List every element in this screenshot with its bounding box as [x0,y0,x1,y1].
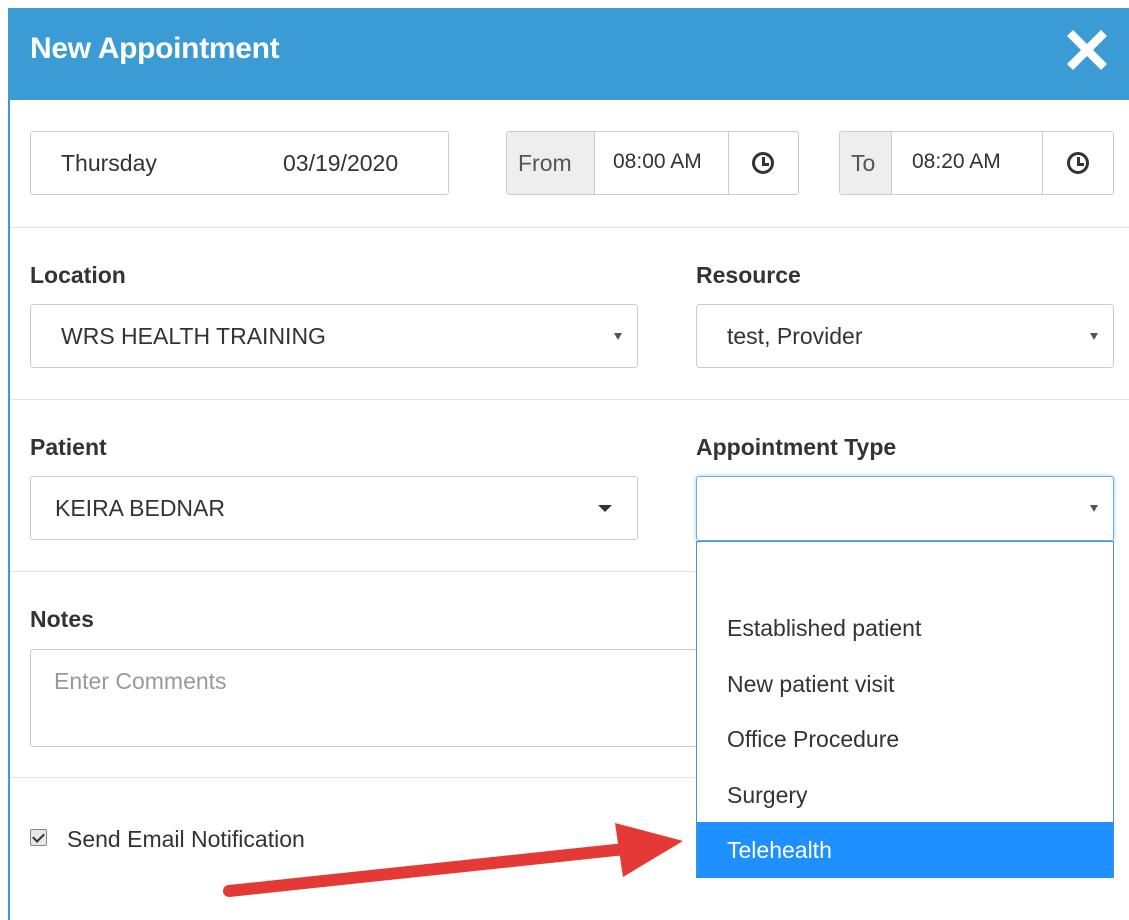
chevron-down-icon[interactable] [1090,505,1098,512]
divider [10,399,1129,400]
clock-icon[interactable] [1067,152,1089,174]
resource-value: test, Provider [727,323,863,349]
to-clock-button[interactable] [1043,132,1113,194]
to-addon: To [840,132,892,194]
to-time-value: 08:20 AM [912,150,1001,173]
to-label: To [851,150,876,176]
chevron-down-icon[interactable] [598,505,612,512]
chevron-down-icon[interactable] [1090,333,1098,340]
location-label: Location [30,262,126,288]
dropdown-option-empty[interactable] [697,544,1113,600]
annotation-arrow-icon [223,823,683,897]
dropdown-option[interactable]: Surgery [697,767,1113,823]
patient-value: KEIRA BEDNAR [55,495,225,521]
clock-icon[interactable] [752,152,774,174]
divider [10,227,1129,228]
notes-label: Notes [30,606,94,632]
resource-select[interactable]: test, Provider [696,304,1114,368]
date-text: 03/19/2020 [283,150,399,176]
patient-label: Patient [30,434,107,460]
dialog-border [8,100,10,920]
from-time-input[interactable]: 08:00 AM [595,132,729,194]
email-notification-checkbox[interactable] [30,829,47,846]
close-icon[interactable] [1065,26,1109,70]
dropdown-option[interactable]: Established patient [697,600,1113,656]
dropdown-option-highlighted[interactable]: Telehealth [697,822,1113,878]
notes-placeholder: Enter Comments [54,668,227,694]
location-value: WRS HEALTH TRAINING [61,323,326,349]
to-time-group: To 08:20 AM [839,131,1114,195]
appointment-type-label: Appointment Type [696,434,897,460]
from-addon: From [507,132,595,194]
chevron-down-icon[interactable] [614,333,622,340]
appointment-type-dropdown: Established patient New patient visit Of… [696,541,1114,878]
dropdown-option[interactable]: New patient visit [697,656,1113,712]
from-time-value: 08:00 AM [613,150,702,173]
day-text: Thursday [61,150,157,176]
divider [10,777,696,778]
dialog-title: New Appointment [30,32,280,65]
patient-select[interactable]: KEIRA BEDNAR [30,476,638,540]
location-select[interactable]: WRS HEALTH TRAINING [30,304,638,368]
appointment-type-select[interactable] [696,476,1114,541]
close-button[interactable] [1065,26,1109,70]
dropdown-option[interactable]: Office Procedure [697,711,1113,767]
divider [10,571,696,572]
to-time-input[interactable]: 08:20 AM [892,132,1043,194]
from-label: From [518,150,572,176]
date-picker[interactable]: Thursday 03/19/2020 [30,131,449,195]
notes-textarea[interactable]: Enter Comments [30,649,700,747]
dialog-header: New Appointment [8,8,1129,100]
from-clock-button[interactable] [729,132,799,194]
from-time-group: From 08:00 AM [506,131,799,195]
resource-label: Resource [696,262,801,288]
